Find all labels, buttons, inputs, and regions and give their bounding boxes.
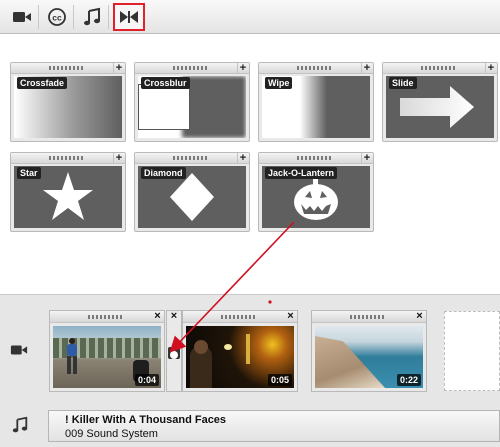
transition-tile-slide[interactable]: + Slide	[382, 62, 498, 142]
remove-transition-button[interactable]: ×	[168, 311, 180, 323]
transition-tile-crossblur[interactable]: + Crossblur	[134, 62, 250, 142]
toolbar: cc	[0, 0, 500, 34]
drag-handle[interactable]	[135, 153, 249, 164]
add-transition-button[interactable]: +	[237, 63, 248, 74]
transition-label: Jack-O-Lantern	[265, 167, 338, 179]
remove-clip-button[interactable]: ×	[414, 311, 425, 322]
transition-label: Crossblur	[141, 77, 190, 89]
music-note-icon	[12, 416, 28, 433]
audio-track: ! Killer With A Thousand Faces 009 Sound…	[0, 406, 500, 447]
clip-thumbnail: 0:04	[53, 326, 161, 388]
add-transition-button[interactable]: +	[237, 153, 248, 164]
jack-o-lantern-icon	[168, 347, 180, 359]
video-tab-button[interactable]	[8, 4, 36, 30]
transition-label: Crossfade	[17, 77, 68, 89]
add-transition-button[interactable]: +	[113, 63, 124, 74]
remove-clip-button[interactable]: ×	[285, 311, 296, 322]
transition-label: Diamond	[141, 167, 186, 179]
transition-tile-star[interactable]: + Star	[10, 152, 126, 232]
video-clip[interactable]: × 0:05	[182, 310, 298, 392]
clip-duration: 0:04	[134, 374, 159, 386]
remove-clip-button[interactable]: ×	[152, 311, 163, 322]
transition-label: Star	[17, 167, 41, 179]
transitions-panel: + Crossfade + Crossblur + Wipe + Slide +…	[4, 58, 498, 294]
drag-handle[interactable]	[50, 311, 164, 323]
drag-handle[interactable]	[135, 63, 249, 74]
transition-tile-wipe[interactable]: + Wipe	[258, 62, 374, 142]
add-transition-button[interactable]: +	[361, 153, 372, 164]
add-transition-button[interactable]: +	[113, 153, 124, 164]
drag-handle[interactable]	[312, 311, 426, 323]
toolbar-divider	[73, 5, 74, 29]
svg-text:cc: cc	[52, 13, 62, 23]
drag-handle[interactable]	[11, 153, 125, 164]
video-clip[interactable]: × 0:22	[311, 310, 427, 392]
audio-clip[interactable]: ! Killer With A Thousand Faces 009 Sound…	[48, 410, 500, 442]
transition-label: Slide	[389, 77, 417, 89]
music-note-icon	[84, 7, 100, 26]
transition-preview: Wipe	[262, 76, 370, 138]
video-camera-icon	[10, 345, 28, 355]
video-editor: cc + Crossfade + Crossblur + Wipe + Slid…	[0, 0, 500, 447]
music-tab-button[interactable]	[78, 4, 106, 30]
clip-thumbnail: 0:22	[315, 326, 423, 388]
transition-preview: Jack-O-Lantern	[262, 166, 370, 228]
audio-artist: 009 Sound System	[65, 428, 158, 440]
transition-tile-crossfade[interactable]: + Crossfade	[10, 62, 126, 142]
drag-handle[interactable]	[11, 63, 125, 74]
transition-preview: Crossfade	[14, 76, 122, 138]
captions-tab-button[interactable]: cc	[43, 4, 71, 30]
drag-handle[interactable]	[259, 153, 373, 164]
closed-captions-icon: cc	[48, 8, 66, 26]
bowtie-transition-icon	[120, 11, 138, 23]
transition-preview: Star	[14, 166, 122, 228]
add-transition-button[interactable]: +	[361, 63, 372, 74]
clip-thumbnail: 0:05	[186, 326, 294, 388]
transition-slot[interactable]: ×	[166, 310, 182, 392]
toolbar-divider	[108, 5, 109, 29]
video-camera-icon	[13, 12, 31, 22]
transitions-tab-button[interactable]	[113, 3, 145, 31]
drag-handle[interactable]	[383, 63, 497, 74]
drag-handle[interactable]	[259, 63, 373, 74]
video-timeline: × 0:04 × × 0:05 × 0:22	[0, 294, 500, 406]
transition-label: Wipe	[265, 77, 293, 89]
transition-tile-diamond[interactable]: + Diamond	[134, 152, 250, 232]
clip-drop-placeholder[interactable]	[444, 311, 500, 391]
audio-title: ! Killer With A Thousand Faces	[65, 414, 227, 426]
clip-duration: 0:22	[396, 374, 421, 386]
video-clip[interactable]: × 0:04	[49, 310, 165, 392]
add-transition-button[interactable]: +	[485, 63, 496, 74]
transition-preview: Crossblur	[138, 76, 246, 138]
toolbar-divider	[38, 5, 39, 29]
transition-tile-jack-o-lantern[interactable]: + Jack-O-Lantern	[258, 152, 374, 232]
drag-handle[interactable]	[183, 311, 297, 323]
clip-duration: 0:05	[267, 374, 292, 386]
transition-preview: Slide	[386, 76, 494, 138]
transition-preview: Diamond	[138, 166, 246, 228]
